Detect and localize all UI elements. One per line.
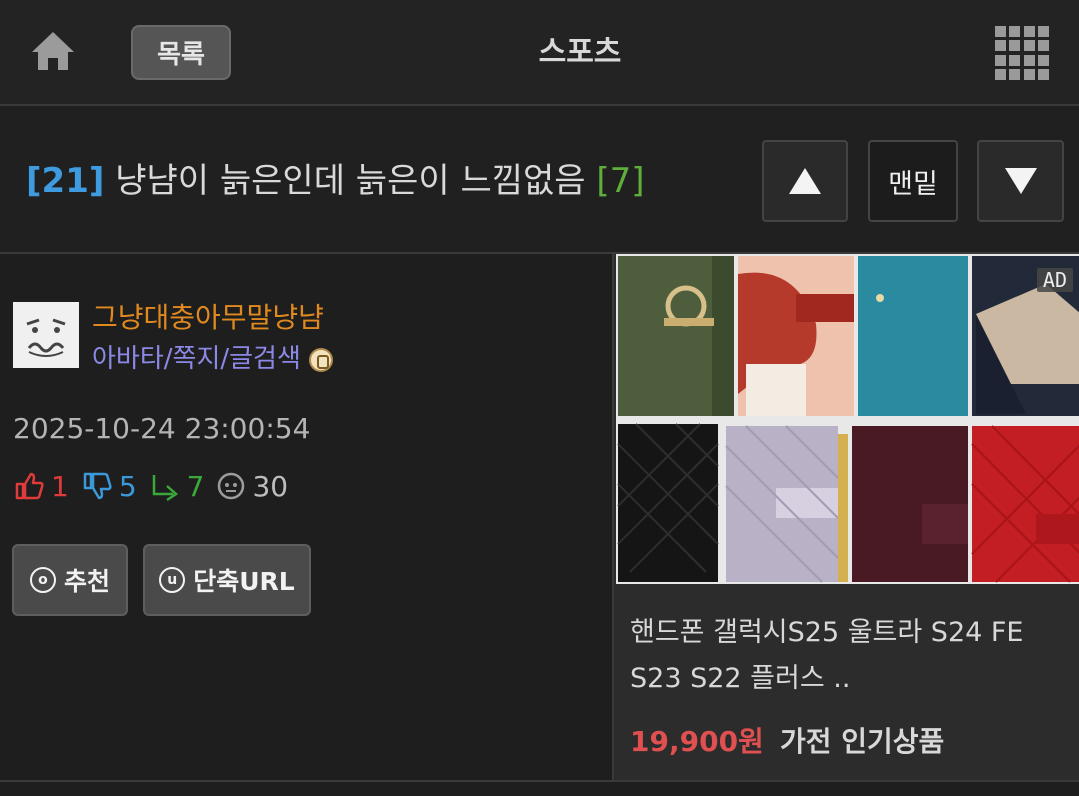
badge-icon — [308, 347, 333, 372]
scroll-down-button[interactable] — [977, 140, 1064, 222]
divider — [0, 780, 1079, 782]
recommend-label: 추천 — [63, 567, 110, 596]
scroll-bottom-button[interactable]: 맨밑 — [868, 140, 958, 222]
post-title: [21] 냥냠이 늙은인데 늙은이 느낌없음 [7] — [26, 158, 645, 204]
comment-count: [7] — [596, 161, 645, 201]
url-icon: u — [159, 567, 186, 593]
post-date: 2025-10-24 23:00:54 — [13, 412, 311, 445]
post-title-bar: [21] 냥냠이 늙은인데 늙은이 느낌없음 [7] 맨밑 — [0, 106, 1079, 254]
reply-count: 7 — [186, 469, 205, 503]
view-stat: 30 — [216, 470, 288, 503]
author-links[interactable]: 아바타/쪽지/글검색 — [92, 338, 333, 375]
scroll-up-button[interactable] — [762, 140, 848, 222]
thumbs-up-icon — [15, 472, 44, 500]
recommend-button[interactable]: o 추천 — [12, 544, 128, 616]
ad-product-name[interactable]: 핸드폰 갤럭시S25 울트라 S24 FE S23 S22 플러스 .. — [630, 610, 1070, 702]
post-info-panel: 그냥대충아무말냥냠 아바타/쪽지/글검색 2025-10-24 23:00:54… — [0, 254, 612, 782]
ad-badge: AD — [1036, 268, 1073, 292]
post-stats: 1 5 7 30 — [13, 466, 300, 506]
view-count: 30 — [252, 469, 289, 503]
ad-category: 가전 인기상품 — [780, 725, 945, 758]
view-icon — [218, 472, 245, 500]
upvote-stat: 1 — [13, 470, 69, 503]
list-button[interactable]: 목록 — [131, 25, 231, 80]
up-arrow-icon — [789, 168, 821, 194]
upvote-count: 1 — [51, 469, 69, 503]
reply-icon — [152, 475, 178, 502]
ad-price: 19,900원 — [630, 725, 764, 758]
post-title-text: 냥냠이 늙은인데 늙은이 느낌없음 — [115, 161, 586, 201]
board-title: 스포츠 — [538, 35, 622, 70]
reply-stat: 7 — [149, 469, 205, 503]
down-arrow-icon — [1004, 168, 1037, 194]
home-icon[interactable] — [28, 28, 78, 74]
author-nickname[interactable]: 그냥대충아무말냥냠 — [92, 296, 324, 336]
top-bar: 목록 스포츠 — [0, 0, 1079, 106]
avatar[interactable] — [13, 302, 79, 368]
ad-panel[interactable]: AD 핸드폰 갤럭시S25 울트라 S24 FE S23 S22 플러스 .. … — [612, 254, 1079, 782]
grid-menu-icon[interactable] — [995, 26, 1049, 80]
downvote-stat: 5 — [81, 470, 137, 503]
short-url-button[interactable]: u 단축URL — [143, 544, 311, 616]
short-url-label: 단축URL — [193, 567, 295, 596]
recommend-icon: o — [29, 567, 56, 593]
thumbs-down-icon — [83, 472, 112, 500]
downvote-count: 5 — [118, 469, 137, 503]
ad-product-image[interactable]: AD — [616, 254, 1079, 584]
author-links-text[interactable]: 아바타/쪽지/글검색 — [92, 344, 301, 374]
post-number: [21] — [26, 161, 105, 201]
